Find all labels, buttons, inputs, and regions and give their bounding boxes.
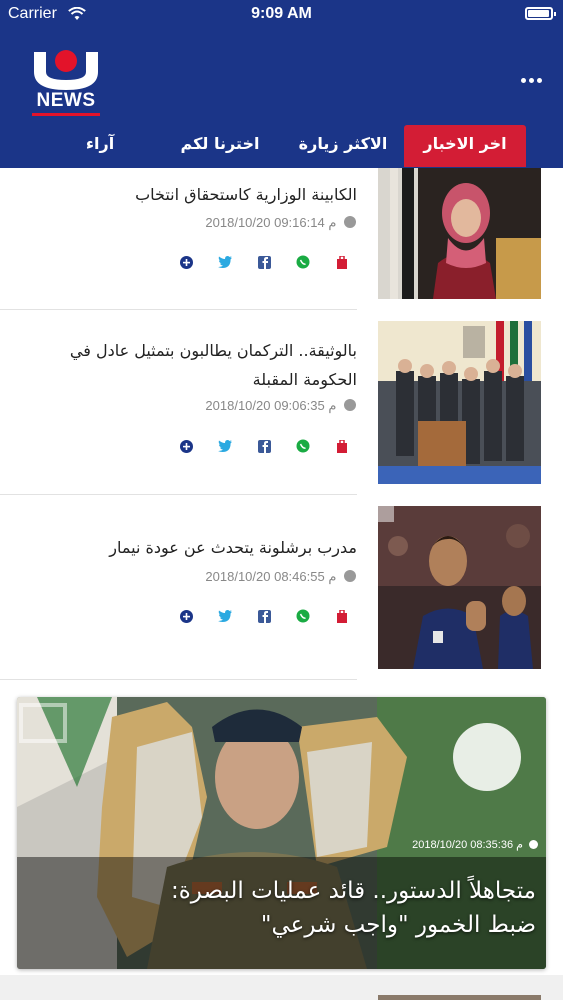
clock-icon <box>529 840 538 849</box>
more-share-icon[interactable] <box>176 606 196 626</box>
twitter-icon[interactable] <box>215 436 235 456</box>
next-thumbnail-peek <box>378 995 541 1000</box>
clock-icon <box>344 216 356 228</box>
tab-most-visited[interactable]: الاكثر زيارة <box>290 125 396 167</box>
tab-editors-picks[interactable]: اخترنا لكم <box>170 125 270 167</box>
more-share-icon[interactable] <box>176 252 196 272</box>
news-date: 2018/10/20 09:06:35 م <box>160 398 356 414</box>
next-card-peek <box>0 975 563 1000</box>
more-share-icon[interactable] <box>176 436 196 456</box>
news-title-line: الكابينة الوزارية كاستحقاق انتخاب <box>135 185 357 204</box>
battery-icon <box>525 7 556 20</box>
facebook-icon[interactable] <box>254 252 274 272</box>
more-dots-icon[interactable] <box>521 68 551 83</box>
list-item[interactable]: مدرب برشلونة يتحدث عن عودة نيمار 2018/10… <box>0 495 563 680</box>
news-thumbnail[interactable] <box>378 506 541 669</box>
save-icon[interactable] <box>332 436 352 456</box>
whatsapp-icon[interactable] <box>293 436 313 456</box>
share-bar <box>170 252 352 272</box>
save-icon[interactable] <box>332 606 352 626</box>
news-title-line: مدرب برشلونة يتحدث عن عودة نيمار <box>109 538 357 557</box>
facebook-icon[interactable] <box>254 436 274 456</box>
save-icon[interactable] <box>332 252 352 272</box>
clock-icon <box>344 399 356 411</box>
twitter-icon[interactable] <box>215 252 235 272</box>
list-item[interactable]: الكابينة الوزارية كاستحقاق انتخاب 2018/1… <box>0 168 563 310</box>
news-date-text: 2018/10/20 09:16:14 م <box>205 215 337 230</box>
news-title[interactable]: مدرب برشلونة يتحدث عن عودة نيمار <box>15 533 357 562</box>
whatsapp-icon[interactable] <box>293 606 313 626</box>
news-thumbnail[interactable] <box>378 168 541 299</box>
news-title-line: بالوثيقة.. التركمان يطالبون بتمثيل عادل … <box>69 341 357 360</box>
clock-time: 9:09 AM <box>251 5 312 22</box>
twitter-icon[interactable] <box>215 606 235 626</box>
featured-title-line: ضبط الخمور "واجب شرعي" <box>260 912 536 938</box>
list-item[interactable]: بالوثيقة.. التركمان يطالبون بتمثيل عادل … <box>0 310 563 495</box>
divider <box>0 679 357 680</box>
logo-text: NEWS <box>36 90 96 111</box>
logo-mark-icon <box>34 50 98 90</box>
facebook-icon[interactable] <box>254 606 274 626</box>
news-title[interactable]: الكابينة الوزارية كاستحقاق انتخاب <box>15 168 357 208</box>
featured-title-line: متجاهلاً الدستور.. قائد عمليات البصرة: <box>171 878 536 904</box>
news-date-text: 2018/10/20 09:06:35 م <box>205 398 337 413</box>
tab-latest-news[interactable]: اخر الاخبار <box>404 125 526 167</box>
featured-news-card[interactable]: 2018/10/20 08:35:36 م متجاهلاً الدستور..… <box>17 697 546 969</box>
share-bar <box>170 436 352 456</box>
news-date: 2018/10/20 08:46:55 م <box>160 569 356 585</box>
status-bar: Carrier 9:09 AM <box>0 0 563 30</box>
news-title-line: الحكومة المقبلة <box>252 370 357 389</box>
news-title[interactable]: بالوثيقة.. التركمان يطالبون بتمثيل عادل … <box>15 336 357 394</box>
featured-title[interactable]: متجاهلاً الدستور.. قائد عمليات البصرة: ض… <box>26 874 536 942</box>
featured-date-text: 2018/10/20 08:35:36 م <box>412 839 523 851</box>
app-header: NEWS اخر الاخبار الاكثر زيارة اخترنا لكم… <box>0 30 563 168</box>
share-bar <box>170 606 352 626</box>
news-date: 2018/10/20 09:16:14 م <box>160 215 356 231</box>
tab-opinions[interactable]: آراء <box>70 125 130 167</box>
whatsapp-icon[interactable] <box>293 252 313 272</box>
logo-underline <box>32 113 100 116</box>
news-date-text: 2018/10/20 08:46:55 م <box>205 569 337 584</box>
news-thumbnail[interactable] <box>378 321 541 484</box>
clock-icon <box>344 570 356 582</box>
news-logo[interactable]: NEWS <box>30 50 102 128</box>
category-tabs: اخر الاخبار الاكثر زيارة اخترنا لكم آراء <box>0 125 563 167</box>
featured-date: 2018/10/20 08:35:36 م <box>412 838 538 851</box>
